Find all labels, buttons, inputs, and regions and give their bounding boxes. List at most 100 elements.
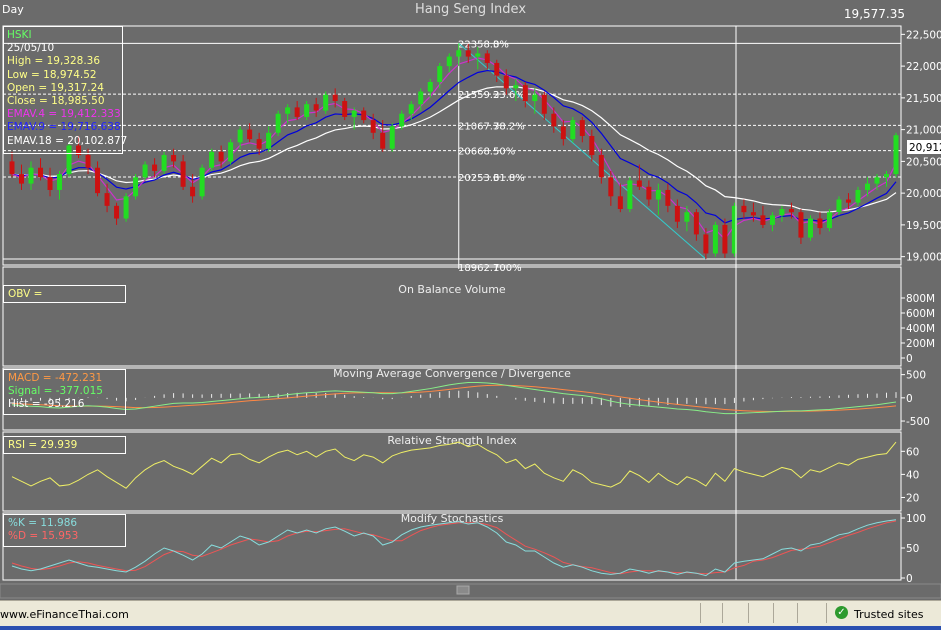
- candle-body: [684, 212, 690, 222]
- candle-body: [370, 120, 376, 133]
- candle: [560, 120, 566, 146]
- candle-body: [389, 126, 395, 149]
- fib-pct-label: 23.6%: [493, 90, 525, 101]
- candle-body: [361, 110, 367, 121]
- candle: [95, 161, 101, 197]
- price-axis-label: 20,500: [906, 156, 941, 168]
- chart-scrollbar[interactable]: [0, 583, 941, 599]
- rsi-line: [11, 441, 897, 489]
- candle-body: [57, 174, 63, 190]
- last-value-tag: 20,912: [909, 142, 941, 154]
- fib-pct-label: 61.8%: [493, 173, 525, 184]
- fib-pct-label: 0%: [493, 39, 509, 50]
- candlesticks: [9, 43, 899, 260]
- price-axis-label: 22,500: [906, 29, 941, 41]
- candle: [655, 183, 661, 216]
- ema18-line: [11, 86, 897, 213]
- candle-body: [503, 75, 509, 89]
- rsi-axis: 60 40 20: [901, 446, 919, 504]
- candle-body: [608, 177, 614, 197]
- candle-body: [142, 164, 148, 178]
- candle-body: [28, 167, 34, 184]
- macd-axis-label: -500: [906, 416, 930, 428]
- info-symbol: HSKI: [7, 29, 32, 41]
- stoch-title: Modify Stochastics: [401, 512, 504, 525]
- candle: [133, 174, 139, 200]
- candle: [123, 193, 129, 222]
- candle: [570, 116, 576, 143]
- candle-body: [9, 161, 15, 175]
- candle-body: [532, 94, 538, 102]
- macd-axis: 500 0 -500: [901, 370, 930, 428]
- candle: [57, 170, 63, 200]
- candle-body: [883, 174, 889, 178]
- candle-body: [313, 104, 319, 111]
- candle-body: [807, 218, 813, 238]
- candle-body: [161, 155, 167, 171]
- status-divider: [748, 603, 749, 623]
- candle: [142, 161, 148, 181]
- candle-body: [95, 167, 101, 194]
- price-axis-label: 22,000: [906, 61, 941, 73]
- candle: [28, 161, 34, 190]
- candle-body: [294, 107, 300, 117]
- candle: [627, 177, 633, 213]
- candle-body: [256, 139, 262, 149]
- candle-body: [693, 212, 699, 235]
- candle-body: [617, 196, 623, 210]
- candle-body: [104, 193, 110, 206]
- security-zone[interactable]: Trusted sites: [854, 608, 924, 621]
- candle: [161, 151, 167, 175]
- candle: [247, 123, 253, 143]
- candle: [361, 107, 367, 124]
- candle: [294, 101, 300, 121]
- candle: [437, 62, 443, 89]
- price-axis-label: 19,500: [906, 220, 941, 232]
- candle: [218, 145, 224, 168]
- signal-value: Signal = -377.015: [8, 385, 103, 398]
- candle: [674, 199, 680, 229]
- candle: [180, 155, 186, 190]
- candle-body: [427, 81, 433, 92]
- candle-body: [323, 94, 329, 111]
- info-close: Close = 18,985.50: [7, 94, 105, 107]
- candle-body: [380, 132, 386, 149]
- candle-body: [247, 129, 253, 140]
- status-divider: [773, 603, 774, 623]
- candle-body: [456, 50, 462, 57]
- candle-body: [332, 94, 338, 102]
- obv-info-box: OBV =: [3, 285, 126, 303]
- candle-body: [646, 186, 652, 200]
- obv-title: On Balance Volume: [398, 283, 506, 296]
- candle-body: [484, 53, 490, 63]
- fib-pct-label: 100%: [493, 263, 522, 274]
- stoch-info-box: %K = 11.986 %D = 15.953: [3, 514, 126, 547]
- candle-body: [47, 177, 53, 190]
- candle: [47, 167, 53, 197]
- candle: [760, 205, 766, 229]
- candle-body: [864, 183, 870, 190]
- rsi-info-box: RSI = 29.939: [3, 436, 126, 454]
- scrollbar-thumb[interactable]: [456, 585, 470, 595]
- candle-body: [342, 101, 348, 117]
- candle-body: [817, 218, 823, 229]
- candle-body: [788, 209, 794, 213]
- candle-body: [636, 180, 642, 187]
- rsi-title: Relative Strength Index: [387, 434, 517, 447]
- candle-body: [228, 142, 234, 162]
- chart-canvas[interactable]: 22,500 22,000 21,500 21,000 20,500 20,000 19,5…: [0, 0, 941, 600]
- candle-body: [494, 62, 500, 76]
- candle-body: [285, 107, 291, 114]
- candle: [826, 209, 832, 232]
- candle-body: [180, 161, 186, 187]
- candle-body: [836, 199, 842, 213]
- candle: [541, 91, 547, 121]
- candle-body: [475, 53, 481, 57]
- candle-body: [551, 113, 557, 127]
- candle: [313, 97, 319, 117]
- candle: [855, 186, 861, 206]
- candle: [104, 183, 110, 213]
- status-divider: [700, 603, 701, 623]
- stoch-lines: [11, 519, 897, 577]
- candle: [446, 53, 452, 73]
